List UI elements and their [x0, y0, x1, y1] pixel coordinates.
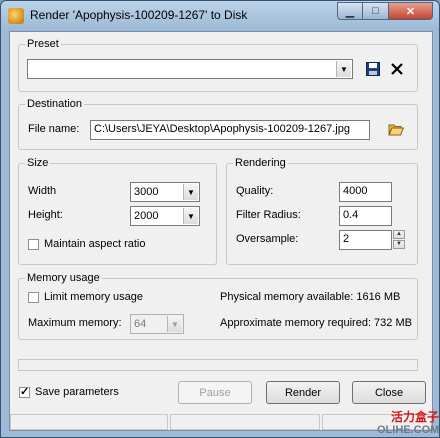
filter-radius-input[interactable]: 0.4 [339, 206, 392, 226]
file-name-label: File name: [28, 123, 80, 135]
quality-label: Quality: [236, 185, 274, 197]
filter-radius-label: Filter Radius: [236, 209, 301, 221]
progress-bar [18, 359, 418, 371]
render-button[interactable]: Render [266, 381, 340, 404]
width-label: Width [28, 185, 57, 197]
size-legend: Size [27, 157, 49, 169]
chevron-down-icon[interactable]: ▼ [336, 61, 351, 77]
physical-memory-text: Physical memory available: 1616 MB [220, 291, 401, 303]
width-value: 3000 [134, 186, 159, 198]
width-combo[interactable]: 3000 ▼ [130, 182, 200, 202]
delete-preset-button[interactable] [388, 60, 406, 78]
oversample-spinner[interactable]: ▲ ▼ [393, 230, 405, 250]
save-preset-button[interactable] [364, 60, 382, 78]
maximize-button[interactable]: □ [363, 2, 389, 20]
limit-memory-label[interactable]: Limit memory usage [44, 291, 143, 303]
dialog-client: Preset ▼ Destination File name: C:\Users… [9, 31, 433, 431]
save-parameters-label[interactable]: Save parameters [35, 386, 119, 398]
height-combo[interactable]: 2000 ▼ [130, 206, 200, 226]
pause-button[interactable]: Pause [178, 381, 252, 404]
max-memory-combo[interactable]: 64 ▼ [130, 314, 184, 334]
watermark-logo: 活力盒子 OLIHE.COM [377, 411, 439, 437]
aspect-ratio-checkbox[interactable] [28, 239, 39, 250]
close-window-button[interactable]: ✕ [389, 2, 433, 20]
render-window: Render 'Apophysis-100209-1267' to Disk ▁… [0, 0, 440, 438]
watermark-line-2: OLIHE.COM [377, 424, 440, 436]
file-name-input[interactable]: C:\Users\JEYA\Desktop\Apophysis-100209-1… [90, 120, 370, 140]
x-icon [391, 63, 403, 75]
memory-legend: Memory usage [27, 272, 100, 284]
oversample-input[interactable]: 2 [339, 230, 392, 250]
height-label: Height: [28, 209, 63, 221]
aspect-ratio-label[interactable]: Maintain aspect ratio [44, 238, 146, 250]
preset-legend: Preset [27, 38, 59, 50]
rendering-legend: Rendering [235, 157, 286, 169]
watermark-line-1: 活力盒子 [390, 410, 439, 424]
preset-combo[interactable]: ▼ [27, 59, 353, 79]
spin-up-icon[interactable]: ▲ [393, 230, 405, 239]
floppy-disk-icon [366, 62, 380, 76]
height-value: 2000 [134, 210, 159, 222]
limit-memory-checkbox[interactable] [28, 292, 39, 303]
spin-down-icon[interactable]: ▼ [393, 240, 405, 249]
oversample-label: Oversample: [236, 233, 299, 245]
caption-buttons: ▁ □ ✕ [337, 2, 433, 20]
chevron-down-icon[interactable]: ▼ [183, 208, 198, 224]
memory-group: Memory usage [18, 272, 418, 340]
chevron-down-icon[interactable]: ▼ [183, 184, 198, 200]
window-title: Render 'Apophysis-100209-1267' to Disk [30, 8, 248, 22]
status-panel-1 [10, 414, 168, 430]
required-memory-text: Approximate memory required: 732 MB [220, 317, 412, 329]
status-panel-2 [170, 414, 320, 430]
max-memory-value: 64 [134, 318, 147, 330]
destination-legend: Destination [27, 98, 83, 110]
app-icon [8, 8, 24, 24]
open-folder-icon [388, 124, 404, 136]
max-memory-label: Maximum memory: [28, 317, 122, 329]
save-parameters-checkbox[interactable]: ✓ [19, 387, 30, 398]
quality-input[interactable]: 4000 [339, 182, 392, 202]
chevron-down-icon[interactable]: ▼ [167, 316, 182, 332]
title-bar[interactable]: Render 'Apophysis-100209-1267' to Disk ▁… [1, 1, 439, 31]
close-button[interactable]: Close [352, 381, 426, 404]
minimize-button[interactable]: ▁ [337, 2, 363, 20]
browse-button[interactable] [387, 120, 405, 138]
